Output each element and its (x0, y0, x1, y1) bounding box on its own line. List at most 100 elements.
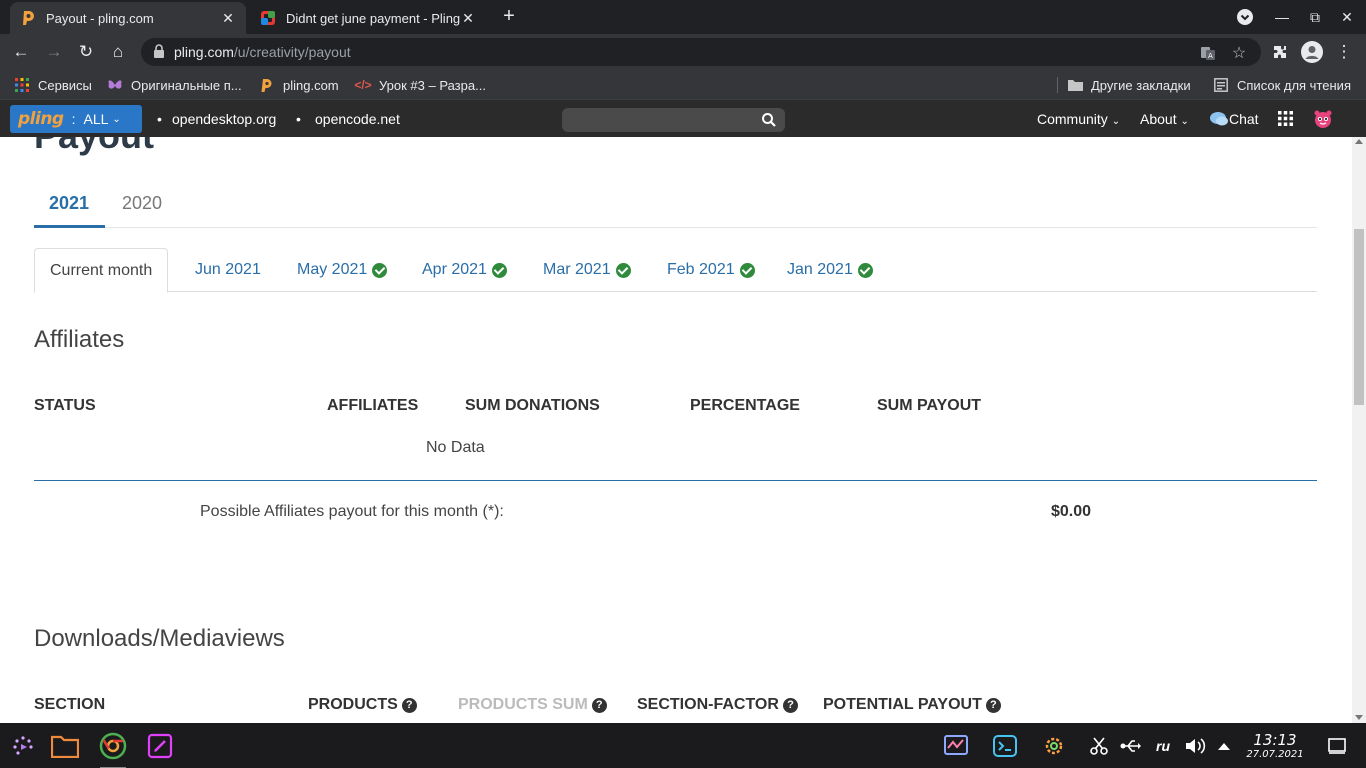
site-header: pling : ALL ⌄ • opendesktop.org • openco… (0, 100, 1366, 137)
chrome-menu-icon[interactable]: ⋮ (1331, 39, 1357, 65)
help-icon[interactable]: ? (401, 697, 417, 713)
bookmark-label: Список для чтения (1237, 77, 1351, 93)
scrollbar-thumb[interactable] (1354, 229, 1364, 405)
link-opencode[interactable]: opencode.net (315, 111, 400, 127)
browser-tab-didnt-get-payment[interactable]: Didnt get june payment - Pling ✕ (250, 2, 486, 34)
help-icon[interactable]: ? (782, 697, 798, 713)
community-label: Community (1037, 111, 1108, 127)
tab-jun-2021[interactable]: Jun 2021 (195, 248, 261, 292)
home-icon[interactable]: ⌂ (105, 39, 131, 65)
svg-text:A: A (1208, 52, 1213, 60)
forward-icon[interactable]: → (41, 39, 67, 65)
help-icon[interactable]: ? (985, 697, 1001, 713)
tab-apr-2021[interactable]: Apr 2021 (422, 248, 507, 292)
page-scrollbar[interactable] (1352, 137, 1366, 723)
reading-list[interactable]: Список для чтения (1213, 76, 1351, 94)
close-window-icon[interactable]: ✕ (1330, 0, 1364, 34)
month-tabs: Current month Jun 2021 May 2021 Apr 2021… (34, 248, 1317, 293)
all-dropdown-label[interactable]: ALL (84, 111, 109, 127)
about-label: About (1140, 111, 1177, 127)
bookmark-star-icon[interactable]: ☆ (1230, 44, 1248, 62)
help-icon[interactable]: ? (591, 697, 607, 713)
browser-tab-strip: Payout - pling.com ✕ Didnt get june paym… (0, 0, 1366, 34)
chevron-down-icon: ⌄ (112, 113, 121, 125)
keyboard-layout[interactable]: ru (1148, 731, 1178, 761)
check-circle-icon (615, 262, 631, 278)
translate-icon[interactable]: A (1199, 44, 1217, 62)
affiliates-payout-label: Possible Affiliates payout for this mont… (200, 503, 504, 520)
link-opendesktop[interactable]: opendesktop.org (172, 111, 276, 127)
col-products-label: PRODUCTS (308, 696, 398, 713)
no-data-text: No Data (426, 439, 485, 456)
site-selector[interactable]: pling : ALL ⌄ (10, 105, 142, 133)
tab-may-2021[interactable]: May 2021 (297, 248, 388, 292)
col-products-sum: PRODUCTS SUM? (458, 696, 607, 714)
restore-icon[interactable]: ⧉ (1298, 0, 1332, 34)
bookmark-services[interactable]: Сервисы (14, 76, 92, 94)
downloads-title: Downloads/Mediaviews (34, 625, 285, 652)
system-monitor-icon[interactable] (941, 731, 971, 761)
apps-grid-icon[interactable] (1278, 111, 1293, 129)
community-menu[interactable]: Community ⌄ (1037, 111, 1120, 127)
browser-tab-title: Didnt get june payment - Pling (286, 10, 460, 26)
show-desktop-icon[interactable] (1322, 731, 1352, 761)
folder-icon (1067, 77, 1083, 93)
scroll-up-icon[interactable] (1355, 139, 1363, 144)
tab-mar-2021[interactable]: Mar 2021 (543, 248, 631, 292)
close-tab-icon[interactable]: ✕ (460, 10, 476, 27)
settings-gear-icon[interactable] (1039, 731, 1069, 761)
file-manager-icon[interactable] (50, 731, 80, 761)
new-tab-icon[interactable]: + (498, 6, 520, 28)
search-icon[interactable] (761, 112, 777, 128)
site-search-input[interactable] (562, 108, 785, 132)
url-path: /u/creativity/payout (233, 44, 351, 60)
extensions-icon[interactable] (1267, 39, 1293, 65)
profile-avatar-icon[interactable] (1299, 39, 1325, 65)
minimize-icon[interactable]: — (1265, 0, 1299, 34)
taskbar-clock[interactable]: 13:13 27.07.2021 (1244, 731, 1306, 760)
volume-icon[interactable] (1181, 731, 1211, 761)
chat-link[interactable]: Chat (1209, 111, 1259, 127)
close-tab-icon[interactable]: ✕ (220, 10, 236, 27)
opendesktop-favicon-icon (260, 10, 276, 26)
app-launcher-icon[interactable] (8, 731, 38, 761)
user-avatar[interactable] (1313, 109, 1333, 132)
bookmark-other[interactable]: Другие закладки (1067, 76, 1191, 94)
editor-icon[interactable] (145, 731, 175, 761)
bookmark-pling[interactable]: pling.com (259, 76, 339, 94)
bookmark-lesson[interactable]: </> Урок #3 – Разра... (354, 76, 486, 94)
tab-year-2020[interactable]: 2020 (122, 193, 162, 214)
pling-logo[interactable]: pling (18, 109, 64, 129)
chrome-taskbar-icon[interactable] (98, 731, 128, 768)
pling-favicon-icon (20, 10, 36, 26)
bookmark-original[interactable]: Оригинальные п... (107, 76, 242, 94)
col-section-factor: SECTION-FACTOR? (637, 696, 798, 714)
chat-bubble-icon (1210, 112, 1228, 126)
scroll-down-icon[interactable] (1355, 715, 1363, 720)
about-menu[interactable]: About ⌄ (1140, 111, 1189, 127)
tab-label: Feb 2021 (667, 261, 735, 278)
page-title: Payout (34, 137, 154, 157)
chrome-profile-menu-icon[interactable] (1228, 0, 1262, 34)
bookmarks-bar: Сервисы Оригинальные п... pling.com </> … (0, 70, 1366, 100)
url-host: pling.com (174, 44, 234, 60)
tab-label: Current month (50, 261, 153, 279)
col-section: SECTION (34, 696, 106, 713)
usb-icon[interactable] (1116, 731, 1146, 761)
terminal-icon[interactable] (990, 731, 1020, 761)
tab-year-2021[interactable]: 2021 (49, 193, 89, 214)
tab-jan-2021[interactable]: Jan 2021 (787, 248, 873, 292)
tray-expand-icon[interactable] (1209, 731, 1239, 761)
scissors-icon[interactable] (1084, 731, 1114, 761)
bookmark-label: Оригинальные п... (131, 77, 242, 93)
address-bar[interactable]: pling.com/u/creativity/payout A ☆ (141, 38, 1261, 66)
back-icon[interactable]: ← (8, 39, 34, 65)
browser-tab-payout[interactable]: Payout - pling.com ✕ (10, 2, 246, 34)
affiliates-payout-value: $0.00 (1051, 503, 1092, 520)
tab-current-month[interactable]: Current month (34, 248, 169, 293)
url-text: pling.com/u/creativity/payout (174, 44, 351, 60)
tab-feb-2021[interactable]: Feb 2021 (667, 248, 755, 292)
reload-icon[interactable]: ↻ (73, 39, 99, 65)
browser-toolbar: ← → ↻ ⌂ pling.com/u/creativity/payout A … (0, 34, 1366, 70)
col-percentage: PERCENTAGE (690, 397, 800, 414)
